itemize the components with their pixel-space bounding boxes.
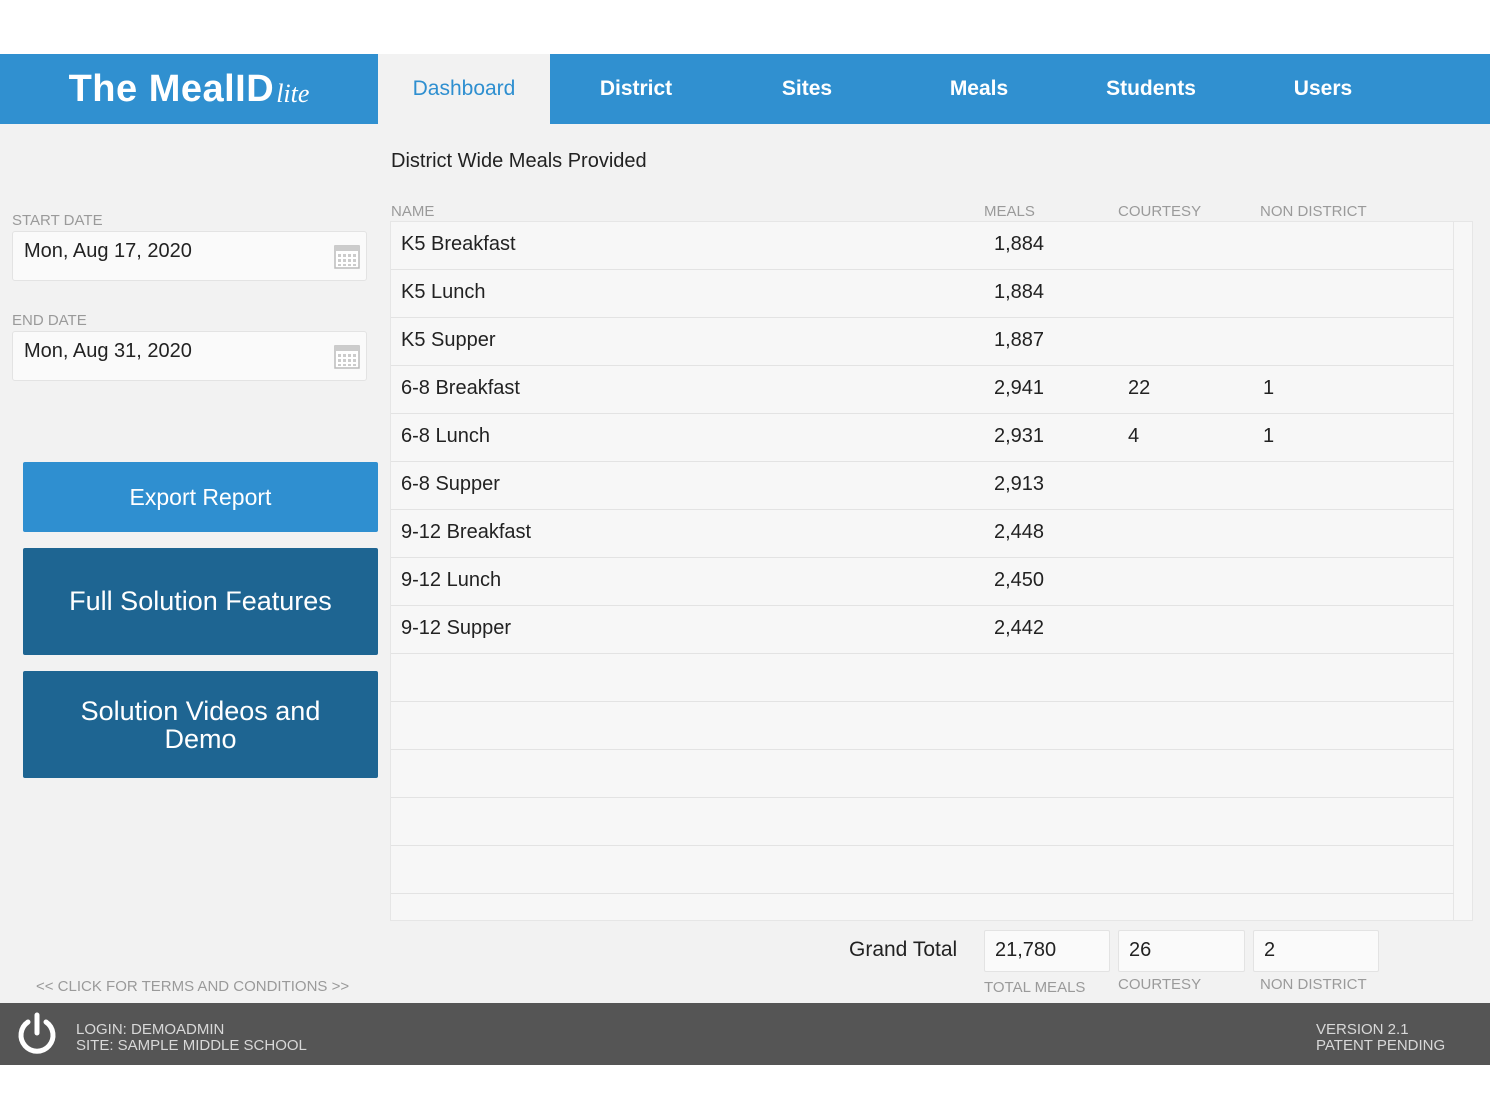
tab-district[interactable]: District	[550, 54, 722, 124]
cell-courtesy: 4	[1128, 425, 1140, 447]
column-header-name: NAME	[391, 203, 435, 220]
grand-total-label: Grand Total	[849, 938, 958, 961]
cell-meals: 1,884	[994, 233, 1045, 255]
start-date-value: Mon, Aug 17, 2020	[24, 240, 192, 262]
login-site: SITE: SAMPLE MIDDLE SCHOOL	[76, 1037, 307, 1054]
status-footer: LOGIN: DEMOADMIN SITE: SAMPLE MIDDLE SCH…	[0, 1003, 1490, 1065]
cell-meals: 2,448	[994, 521, 1045, 543]
cell-meals: 2,450	[994, 569, 1045, 591]
cell-name: 6-8 Lunch	[401, 425, 490, 447]
cell-name: K5 Supper	[401, 329, 496, 351]
cell-meals: 2,941	[994, 377, 1045, 399]
table-row[interactable]: 6-8 Supper 2,913	[391, 462, 1454, 510]
total-courtesy-value: 26	[1118, 930, 1245, 972]
logo-suffix: lite	[276, 79, 310, 108]
total-courtesy-label: COURTESY	[1118, 976, 1202, 993]
calendar-icon[interactable]	[334, 245, 360, 269]
version-info: VERSION 2.1 PATENT PENDING	[1316, 1022, 1445, 1054]
tab-users[interactable]: Users	[1237, 54, 1409, 124]
power-icon[interactable]	[14, 1011, 60, 1057]
cell-courtesy: 22	[1128, 377, 1151, 399]
top-nav: The MealID lite Dashboard District Sites…	[0, 54, 1490, 124]
table-row[interactable]	[391, 750, 1454, 798]
cell-meals: 1,884	[994, 281, 1045, 303]
table-row[interactable]: K5 Supper 1,887	[391, 318, 1454, 366]
total-meals-label: TOTAL MEALS	[984, 979, 1086, 996]
tab-dashboard[interactable]: Dashboard	[378, 54, 550, 124]
tab-students[interactable]: Students	[1065, 54, 1237, 124]
table-row[interactable]: K5 Lunch 1,884	[391, 270, 1454, 318]
patent-status: PATENT PENDING	[1316, 1037, 1446, 1054]
page-title: District Wide Meals Provided	[391, 150, 647, 172]
full-solution-features-button[interactable]: Full Solution Features	[23, 548, 378, 655]
total-non-district-label: NON DISTRICT	[1260, 976, 1367, 993]
column-header-non-district: NON DISTRICT	[1260, 203, 1367, 220]
table-row[interactable]	[391, 654, 1454, 702]
total-non-district-value: 2	[1253, 930, 1379, 972]
table-row[interactable]: 9-12 Lunch 2,450	[391, 558, 1454, 606]
table-scrollbar[interactable]	[1453, 222, 1472, 920]
total-meals-value: 21,780	[984, 930, 1110, 972]
cell-non-district: 1	[1263, 377, 1275, 399]
cell-meals: 1,887	[994, 329, 1045, 351]
table-row[interactable]: K5 Breakfast 1,884	[391, 222, 1454, 270]
column-header-meals: MEALS	[984, 203, 1035, 220]
end-date-value: Mon, Aug 31, 2020	[24, 340, 192, 362]
export-report-button[interactable]: Export Report	[23, 462, 378, 532]
app-logo: The MealID lite	[0, 54, 378, 124]
cell-name: K5 Breakfast	[401, 233, 516, 255]
login-user: LOGIN: DEMOADMIN	[76, 1021, 225, 1038]
version-number: VERSION 2.1	[1316, 1021, 1409, 1038]
table-row[interactable]: 9-12 Supper 2,442	[391, 606, 1454, 654]
calendar-icon[interactable]	[334, 345, 360, 369]
tab-sites[interactable]: Sites	[721, 54, 893, 124]
cell-non-district: 1	[1263, 425, 1275, 447]
logo-text: The MealID	[68, 67, 275, 110]
table-row[interactable]	[391, 798, 1454, 846]
column-header-courtesy: COURTESY	[1118, 203, 1202, 220]
tab-meals[interactable]: Meals	[893, 54, 1065, 124]
table-row[interactable]: 6-8 Breakfast 2,941 22 1	[391, 366, 1454, 414]
cell-name: K5 Lunch	[401, 281, 486, 303]
cell-meals: 2,913	[994, 473, 1045, 495]
cell-name: 9-12 Breakfast	[401, 521, 532, 543]
cell-name: 9-12 Supper	[401, 617, 512, 639]
meals-table: K5 Breakfast 1,884 K5 Lunch 1,884 K5 Supper 1…	[390, 221, 1473, 921]
login-info: LOGIN: DEMOADMIN SITE: SAMPLE MIDDLE SCH…	[76, 1022, 307, 1054]
solution-videos-button[interactable]: Solution Videos and Demo	[23, 671, 378, 778]
end-date-label: END DATE	[12, 312, 87, 329]
table-row[interactable]	[391, 702, 1454, 750]
end-date-field[interactable]: Mon, Aug 31, 2020	[12, 331, 367, 381]
terms-link[interactable]: << CLICK FOR TERMS AND CONDITIONS >>	[36, 978, 349, 995]
cell-name: 6-8 Breakfast	[401, 377, 520, 399]
cell-name: 6-8 Supper	[401, 473, 500, 495]
table-row[interactable]: 6-8 Lunch 2,931 4 1	[391, 414, 1454, 462]
start-date-label: START DATE	[12, 212, 103, 229]
cell-meals: 2,442	[994, 617, 1045, 639]
table-row[interactable]: 9-12 Breakfast 2,448	[391, 510, 1454, 558]
cell-name: 9-12 Lunch	[401, 569, 502, 591]
start-date-field[interactable]: Mon, Aug 17, 2020	[12, 231, 367, 281]
cell-meals: 2,931	[994, 425, 1045, 447]
table-row[interactable]	[391, 846, 1454, 894]
app-window: The MealID lite Dashboard District Sites…	[0, 54, 1490, 1065]
